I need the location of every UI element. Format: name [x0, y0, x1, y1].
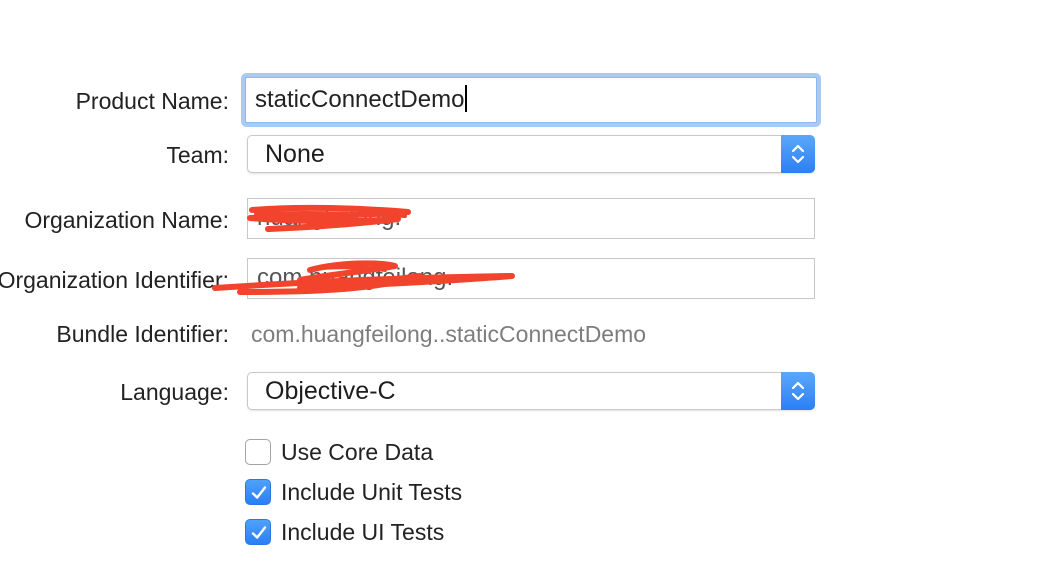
organization-identifier-input[interactable]: com.huangfeilong.: [247, 258, 815, 299]
bundle-identifier-label: Bundle Identifier:: [56, 321, 229, 347]
team-popup[interactable]: None: [247, 135, 815, 173]
organization-name-value: huangfeilong.: [257, 204, 402, 231]
include-unit-tests-label: Include Unit Tests: [281, 479, 463, 505]
team-value: None: [265, 140, 325, 168]
organization-name-label: Organization Name:: [24, 207, 229, 233]
chevron-up-down-icon: [781, 372, 815, 410]
use-core-data-label: Use Core Data: [281, 439, 434, 465]
text-caret: [465, 85, 468, 112]
language-label: Language:: [120, 379, 229, 405]
checkmark-icon: [245, 519, 271, 545]
bundle-identifier-value: com.huangfeilong..staticConnectDemo: [251, 321, 647, 347]
language-popup[interactable]: Objective-C: [247, 372, 815, 410]
team-label: Team:: [166, 142, 229, 168]
organization-identifier-label: Organization Identifier:: [0, 267, 229, 293]
checkmark-icon: [245, 479, 271, 505]
product-name-label: Product Name:: [75, 88, 229, 114]
chevron-up-down-icon: [781, 135, 815, 173]
product-name-input[interactable]: staticConnectDemo: [245, 77, 817, 123]
include-ui-tests-label: Include UI Tests: [281, 519, 445, 545]
checkbox-unchecked: [245, 439, 271, 465]
organization-identifier-value: com.huangfeilong.: [257, 264, 454, 291]
product-name-value: staticConnectDemo: [255, 86, 465, 113]
language-value: Objective-C: [265, 377, 396, 405]
organization-name-input[interactable]: huangfeilong.: [247, 198, 815, 239]
